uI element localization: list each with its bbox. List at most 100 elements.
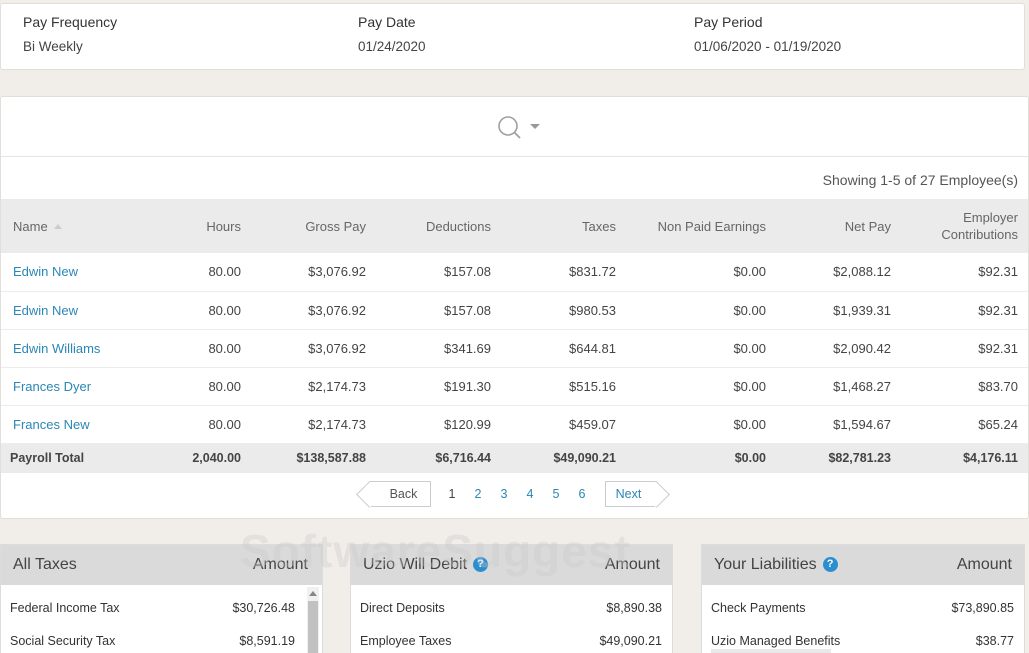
list-item: Employee Taxes $49,090.21 (351, 634, 672, 653)
total-net-pay: $82,781.23 (828, 451, 891, 466)
table-row: Frances New 80.00 $2,174.73 $120.99 $459… (1, 405, 1028, 443)
cell-net-pay: $1,939.31 (833, 302, 891, 318)
search-toggle[interactable] (497, 115, 547, 141)
sort-asc-icon[interactable] (53, 223, 62, 229)
pagination: Back 1 2 3 4 5 6 Next (369, 481, 657, 507)
employee-name-link[interactable]: Edwin Williams (1, 329, 136, 367)
cell-non-paid-earnings: $0.00 (733, 264, 766, 280)
payroll-table: Name Hours Gross Pay Deductions Taxes No… (1, 199, 1028, 473)
cell-gross-pay: $2,174.73 (308, 378, 366, 394)
employees-card: Showing 1-5 of 27 Employee(s) Name Hours… (0, 96, 1029, 519)
cell-hours: 80.00 (208, 340, 241, 356)
page-4[interactable]: 4 (517, 487, 543, 501)
page-2[interactable]: 2 (465, 487, 491, 501)
cell-gross-pay: $3,076.92 (308, 340, 366, 356)
truncated-text (711, 649, 831, 653)
table-header-row: Name Hours Gross Pay Deductions Taxes No… (1, 199, 1028, 253)
col-employer-contributions: Employer Contributions (901, 199, 1028, 253)
liability-value: $38.77 (975, 634, 1014, 648)
caret-down-icon (530, 124, 540, 129)
employee-name-link[interactable]: Edwin New (1, 291, 136, 329)
pay-period-value: 01/06/2020 - 01/19/2020 (694, 39, 842, 54)
help-icon[interactable]: ? (473, 557, 489, 572)
liability-label: Check Payments (711, 601, 806, 615)
tax-value: $30,726.48 (232, 601, 295, 615)
scrollbar[interactable] (307, 587, 319, 653)
liability-value: $73,890.85 (951, 601, 1014, 615)
col-deductions: Deductions (425, 218, 491, 234)
cell-gross-pay: $3,076.92 (308, 302, 366, 318)
total-gross-pay: $138,587.88 (296, 451, 366, 466)
next-button-label: Next (615, 487, 642, 501)
employee-name-link[interactable]: Frances New (1, 405, 136, 443)
uzio-debit-amount-label: Amount (604, 556, 660, 573)
list-item: Federal Income Tax $30,726.48 (1, 601, 322, 621)
table-row: Edwin New 80.00 $3,076.92 $157.08 $831.7… (1, 253, 1028, 291)
cell-deductions: $120.99 (444, 416, 491, 432)
table-row: Edwin Williams 80.00 $3,076.92 $341.69 $… (1, 329, 1028, 367)
page-6[interactable]: 6 (569, 487, 595, 501)
scroll-up-arrow-icon[interactable] (309, 591, 317, 596)
next-button[interactable]: Next (605, 481, 657, 507)
help-icon[interactable]: ? (822, 557, 838, 572)
page-5[interactable]: 5 (543, 487, 569, 501)
uzio-debit-title: Uzio Will Debit (363, 556, 468, 573)
showing-count: Showing 1-5 of 27 Employee(s) (822, 172, 1018, 188)
tax-label: Federal Income Tax (10, 601, 120, 615)
cell-deductions: $191.30 (444, 378, 491, 394)
employee-name-link[interactable]: Frances Dyer (1, 367, 136, 405)
cell-non-paid-earnings: $0.00 (733, 302, 766, 318)
back-button[interactable]: Back (369, 481, 431, 507)
cell-taxes: $980.53 (569, 302, 616, 318)
cell-net-pay: $2,090.42 (833, 340, 891, 356)
all-taxes-header: All Taxes Amount (1, 545, 322, 585)
cell-employer-contributions: $92.31 (978, 302, 1018, 318)
uzio-debit-title-wrap: Uzio Will Debit? (363, 556, 489, 574)
cell-deductions: $157.08 (444, 264, 491, 280)
scroll-thumb[interactable] (308, 601, 318, 653)
cell-gross-pay: $2,174.73 (308, 416, 366, 432)
cell-net-pay: $2,088.12 (833, 264, 891, 280)
liabilities-header: Your Liabilities? Amount (702, 545, 1024, 585)
cell-non-paid-earnings: $0.00 (733, 378, 766, 394)
cell-hours: 80.00 (208, 302, 241, 318)
pay-period-label: Pay Period (694, 14, 763, 30)
debit-label: Direct Deposits (360, 601, 445, 615)
liabilities-panel: Your Liabilities? Amount Check Payments … (701, 544, 1025, 653)
divider (1, 156, 1028, 157)
liabilities-title: Your Liabilities (714, 556, 817, 573)
search-icon[interactable] (497, 115, 547, 141)
total-label: Payroll Total (10, 451, 85, 466)
total-taxes: $49,090.21 (553, 451, 616, 466)
col-non-paid-earnings: Non Paid Earnings (657, 218, 766, 234)
cell-deductions: $157.08 (444, 302, 491, 318)
col-hours: Hours (206, 218, 241, 234)
cell-hours: 80.00 (208, 264, 241, 280)
pay-info-card: Pay Frequency Bi Weekly Pay Date 01/24/2… (0, 3, 1025, 70)
page-1[interactable]: 1 (439, 487, 465, 501)
cell-hours: 80.00 (208, 416, 241, 432)
cell-employer-contributions: $92.31 (978, 264, 1018, 280)
cell-taxes: $459.07 (569, 416, 616, 432)
pay-frequency-label: Pay Frequency (23, 14, 118, 30)
cell-employer-contributions: $65.24 (978, 416, 1018, 432)
page-3[interactable]: 3 (491, 487, 517, 501)
list-item: Social Security Tax $8,591.19 (1, 634, 322, 653)
tax-label: Social Security Tax (10, 634, 116, 648)
all-taxes-title: All Taxes (13, 556, 77, 573)
cell-taxes: $831.72 (569, 264, 616, 280)
employee-name-link[interactable]: Edwin New (1, 253, 136, 291)
col-name[interactable]: Name (1, 199, 136, 253)
cell-taxes: $644.81 (569, 340, 616, 356)
col-name-label: Name (13, 218, 48, 234)
cell-non-paid-earnings: $0.00 (733, 416, 766, 432)
total-non-paid-earnings: $0.00 (734, 451, 766, 466)
cell-net-pay: $1,468.27 (833, 378, 891, 394)
pay-date-label: Pay Date (358, 14, 416, 30)
liabilities-title-wrap: Your Liabilities? (714, 556, 838, 574)
debit-value: $8,890.38 (606, 601, 662, 615)
cell-non-paid-earnings: $0.00 (733, 340, 766, 356)
total-hours: 2,040.00 (192, 451, 241, 466)
all-taxes-panel: All Taxes Amount Federal Income Tax $30,… (0, 544, 323, 653)
cell-hours: 80.00 (208, 378, 241, 394)
